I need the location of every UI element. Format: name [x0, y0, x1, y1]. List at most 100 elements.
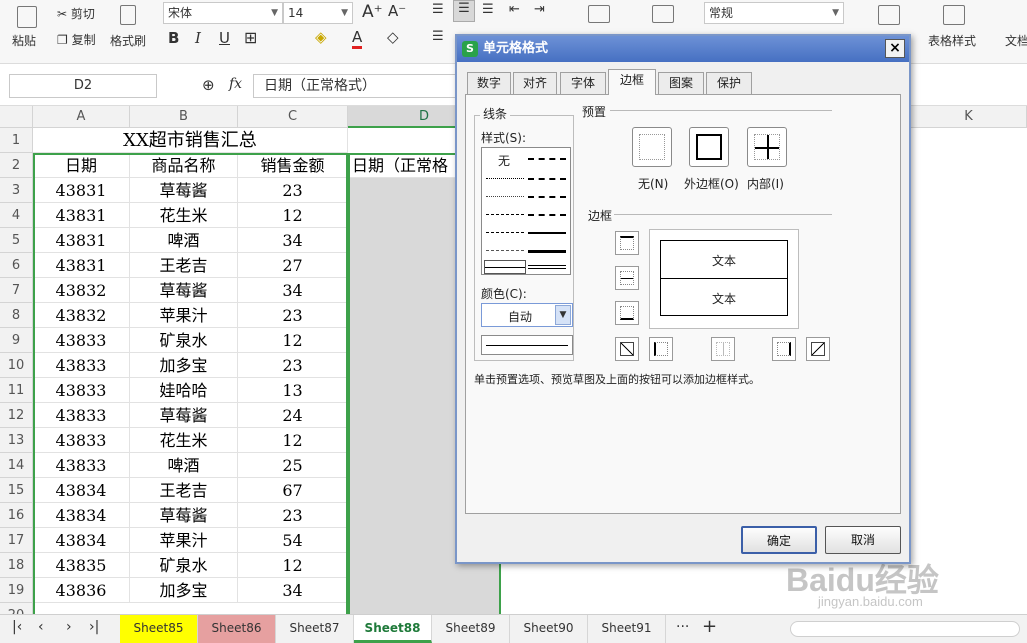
conditional-format-icon[interactable]: [878, 5, 900, 25]
line-style-dash-dot-2[interactable]: [486, 232, 524, 233]
table-cell[interactable]: 24: [238, 403, 348, 428]
table-cell[interactable]: 43834: [33, 528, 130, 553]
line-style-list[interactable]: 无: [481, 147, 571, 275]
align-middle-icon[interactable]: ☰: [453, 0, 475, 22]
fx-icon[interactable]: fx: [229, 76, 242, 92]
table-cell[interactable]: 43832: [33, 278, 130, 303]
paste-button[interactable]: 粘贴: [12, 32, 36, 49]
row-header[interactable]: 19: [0, 578, 33, 603]
sheet-tab[interactable]: Sheet88: [354, 615, 432, 643]
align-left-icon[interactable]: ☰: [432, 29, 444, 44]
row-header[interactable]: 15: [0, 478, 33, 503]
line-style-dotted[interactable]: [486, 178, 524, 179]
border-bottom-button[interactable]: [615, 301, 639, 325]
row-header[interactable]: 2: [0, 153, 33, 178]
horizontal-scrollbar[interactable]: [790, 621, 1020, 637]
row-header[interactable]: 18: [0, 553, 33, 578]
table-cell[interactable]: 43833: [33, 353, 130, 378]
table-cell[interactable]: 苹果汁: [130, 528, 238, 553]
decrease-font-icon[interactable]: A⁻: [388, 2, 406, 20]
column-header-a[interactable]: A: [33, 106, 130, 128]
table-cell[interactable]: 67: [238, 478, 348, 503]
table-cell[interactable]: 43833: [33, 403, 130, 428]
table-cell[interactable]: 加多宝: [130, 578, 238, 603]
table-cell[interactable]: 娃哈哈: [130, 378, 238, 403]
border-horizontal-button[interactable]: [615, 266, 639, 290]
table-cell[interactable]: 啤酒: [130, 228, 238, 253]
line-style-double[interactable]: [528, 265, 566, 269]
increase-font-icon[interactable]: A⁺: [362, 2, 383, 22]
row-header[interactable]: 12: [0, 403, 33, 428]
row-header[interactable]: 1: [0, 128, 33, 153]
close-button[interactable]: ×: [885, 39, 905, 58]
table-cell[interactable]: 34: [238, 278, 348, 303]
row-header[interactable]: 4: [0, 203, 33, 228]
table-cell[interactable]: 43834: [33, 478, 130, 503]
merge-icon[interactable]: [588, 5, 610, 23]
row-header[interactable]: 10: [0, 353, 33, 378]
border-right-button[interactable]: [772, 337, 796, 361]
table-cell[interactable]: 43833: [33, 453, 130, 478]
color-select[interactable]: 自动 ▼: [481, 303, 573, 327]
column-header-c[interactable]: C: [238, 106, 348, 128]
row-header[interactable]: 17: [0, 528, 33, 553]
table-cell[interactable]: 23: [238, 178, 348, 203]
table-cell[interactable]: 草莓酱: [130, 503, 238, 528]
format-painter-icon[interactable]: [120, 5, 136, 25]
border-top-button[interactable]: [615, 231, 639, 255]
table-style-button[interactable]: 表格样式: [928, 32, 976, 49]
cut-button[interactable]: ✂ 剪切: [57, 5, 95, 22]
table-cell[interactable]: 苹果汁: [130, 303, 238, 328]
ok-button[interactable]: 确定: [741, 526, 817, 554]
row-header[interactable]: 6: [0, 253, 33, 278]
row-header[interactable]: 3: [0, 178, 33, 203]
line-style-medium-dash-dot[interactable]: [528, 196, 566, 198]
table-cell[interactable]: 加多宝: [130, 353, 238, 378]
line-style-solid-thin[interactable]: [528, 158, 566, 160]
table-cell[interactable]: 啤酒: [130, 453, 238, 478]
line-style-thin-selected[interactable]: [484, 260, 526, 274]
table-cell[interactable]: 27: [238, 253, 348, 278]
copy-button[interactable]: ❐ 复制: [57, 31, 96, 48]
corner-cell[interactable]: [0, 106, 33, 128]
row-header[interactable]: 14: [0, 453, 33, 478]
preset-none-label[interactable]: 无(N): [638, 175, 668, 192]
table-cell[interactable]: 矿泉水: [130, 553, 238, 578]
table-cell[interactable]: 43831: [33, 178, 130, 203]
bold-icon[interactable]: B: [168, 29, 179, 47]
dialog-title-bar[interactable]: S 单元格格式 ×: [457, 36, 909, 62]
line-style-dash-dot[interactable]: [528, 178, 566, 180]
table-cell[interactable]: 12: [238, 428, 348, 453]
table-cell[interactable]: 43831: [33, 203, 130, 228]
tab-number[interactable]: 数字: [467, 72, 511, 94]
table-cell[interactable]: 王老吉: [130, 253, 238, 278]
row-header[interactable]: 16: [0, 503, 33, 528]
last-sheet-icon[interactable]: ›|: [89, 619, 99, 635]
table-cell[interactable]: 草莓酱: [130, 403, 238, 428]
underline-icon[interactable]: U: [219, 29, 230, 47]
column-header-k[interactable]: K: [911, 106, 1027, 128]
next-sheet-icon[interactable]: ›: [66, 619, 72, 635]
cancel-button[interactable]: 取消: [825, 526, 901, 554]
preset-outline-label[interactable]: 外边框(O): [684, 175, 739, 192]
font-size-select[interactable]: 14 ▼: [283, 2, 353, 24]
table-cell[interactable]: 25: [238, 453, 348, 478]
row-header[interactable]: 7: [0, 278, 33, 303]
align-bottom-icon[interactable]: ☰: [482, 2, 494, 17]
table-cell[interactable]: 矿泉水: [130, 328, 238, 353]
table-cell[interactable]: 43836: [33, 578, 130, 603]
table-cell[interactable]: 23: [238, 503, 348, 528]
table-cell[interactable]: 12: [238, 553, 348, 578]
preset-inside-button[interactable]: [747, 127, 787, 167]
sheet-tab[interactable]: Sheet91: [588, 615, 666, 643]
table-cell[interactable]: 12: [238, 328, 348, 353]
first-sheet-icon[interactable]: |‹: [12, 619, 22, 635]
table-cell[interactable]: 43832: [33, 303, 130, 328]
header-cell[interactable]: 日期: [33, 153, 130, 178]
number-format-select[interactable]: 常规 ▼: [704, 2, 844, 24]
indent-right-icon[interactable]: ⇥: [534, 2, 545, 17]
table-style-icon[interactable]: [943, 5, 965, 25]
zoom-icon[interactable]: ⊕: [202, 76, 215, 94]
table-cell[interactable]: 43833: [33, 378, 130, 403]
prev-sheet-icon[interactable]: ‹: [38, 619, 44, 635]
